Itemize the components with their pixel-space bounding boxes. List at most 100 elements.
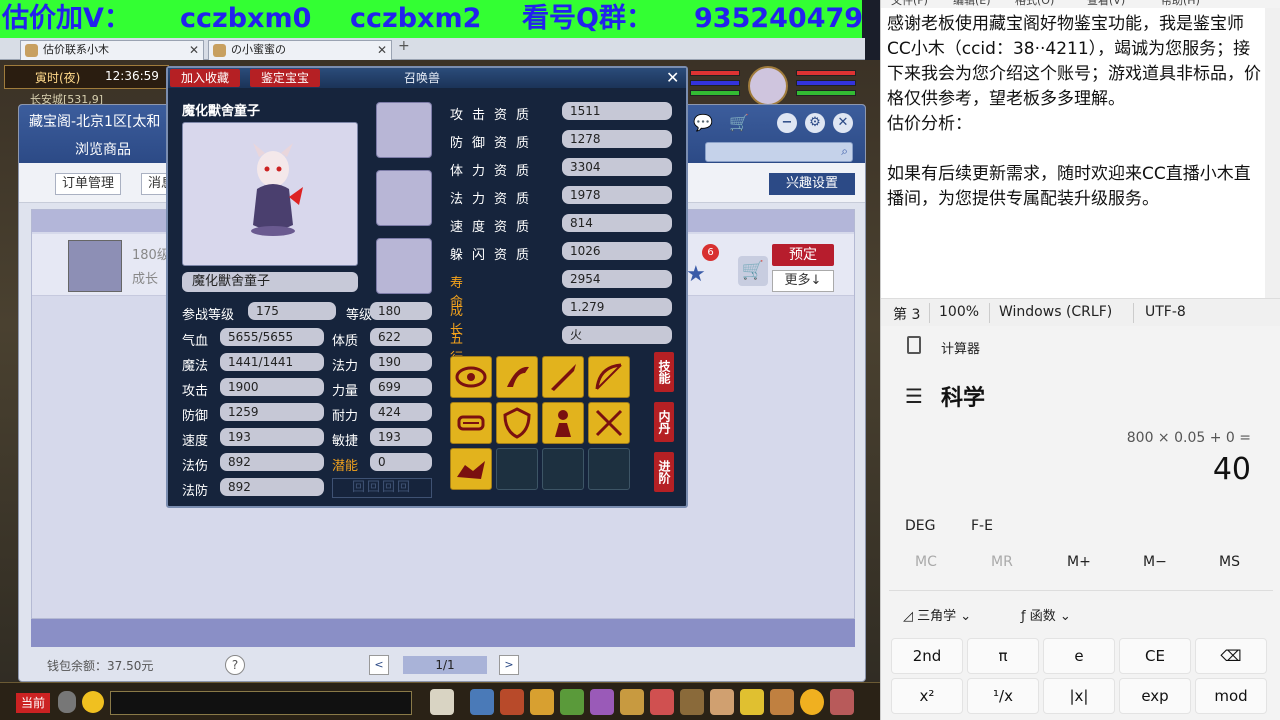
hud-friend-icon[interactable]: [710, 689, 734, 715]
hud-guild-icon[interactable]: [680, 689, 704, 715]
hud-sword-icon[interactable]: [470, 689, 494, 715]
chevron-down-icon: ⌄: [1055, 609, 1071, 624]
hud-mail-icon[interactable]: [770, 689, 794, 715]
square-key[interactable]: x²: [891, 678, 963, 714]
gear-icon[interactable]: ⚙: [805, 113, 825, 133]
vertical-scrollbar[interactable]: [1265, 8, 1280, 298]
star-icon[interactable]: ★: [686, 262, 706, 287]
new-tab-icon[interactable]: +: [398, 38, 410, 54]
notepad-text-area[interactable]: 感谢老板使用藏宝阁好物鉴宝功能，我是鉴宝师CC小木（ccid：38··4211）…: [887, 12, 1261, 212]
pet-portrait: [182, 122, 358, 266]
skill-eye-icon[interactable]: [450, 356, 492, 398]
memory-add-button[interactable]: M+: [1067, 554, 1091, 570]
aptitude-label: 攻击资质: [450, 108, 539, 123]
absolute-key[interactable]: |x|: [1043, 678, 1115, 714]
hud-fire-icon[interactable]: [500, 689, 524, 715]
search-icon[interactable]: ⌕: [841, 144, 848, 159]
trigonometry-dropdown[interactable]: ◿ 三角学 ⌄: [903, 605, 971, 624]
menu-help[interactable]: 帮助(H): [1161, 0, 1200, 8]
hud-bag-icon[interactable]: [530, 689, 554, 715]
interest-settings-button[interactable]: 兴趣设置: [769, 173, 855, 195]
backspace-key[interactable]: ⌫: [1195, 638, 1267, 674]
cart-icon[interactable]: 🛒: [738, 256, 768, 286]
avatar[interactable]: [748, 66, 788, 106]
menu-file[interactable]: 文件(F): [891, 0, 928, 8]
second-key[interactable]: 2nd: [891, 638, 963, 674]
count-badge: 6: [702, 244, 719, 261]
equip-slot-2[interactable]: [376, 170, 432, 226]
advance-tab[interactable]: 进阶: [654, 452, 674, 492]
exp-key[interactable]: exp: [1119, 678, 1191, 714]
hud-smile-icon[interactable]: [800, 689, 824, 715]
fe-toggle[interactable]: F-E: [971, 518, 993, 534]
function-dropdown[interactable]: ƒ 函数 ⌄: [1021, 605, 1071, 624]
menu-format[interactable]: 格式(O): [1015, 0, 1054, 8]
skill-beast-icon[interactable]: [450, 448, 492, 490]
deg-toggle[interactable]: DEG: [905, 518, 935, 534]
clear-entry-key[interactable]: CE: [1119, 638, 1191, 674]
pi-key[interactable]: π: [967, 638, 1039, 674]
skill-bow-icon[interactable]: [588, 356, 630, 398]
memory-store-button[interactable]: MS: [1219, 554, 1240, 570]
reserve-button[interactable]: 预定: [772, 244, 834, 266]
prev-page-button[interactable]: <: [369, 655, 389, 675]
memory-subtract-button[interactable]: M−: [1143, 554, 1167, 570]
memory-recall-button[interactable]: MR: [991, 554, 1013, 570]
pet-name: 魔化獸舍童子: [182, 104, 261, 119]
equip-slot-3[interactable]: [376, 238, 432, 294]
next-page-button[interactable]: >: [499, 655, 519, 675]
skill-claw-icon[interactable]: [496, 356, 538, 398]
emoji-icon[interactable]: [82, 691, 104, 713]
hud-skill-icon[interactable]: [590, 689, 614, 715]
hud-gift-icon[interactable]: [650, 689, 674, 715]
skill-slot-empty: [542, 448, 584, 490]
skill-shield-icon[interactable]: [496, 402, 538, 444]
menu-edit[interactable]: 编辑(E): [953, 0, 991, 8]
aptitude-value: 1511: [562, 102, 672, 120]
browser-tab-2[interactable]: の小蜜蜜の ✕: [208, 40, 392, 60]
line-ending: Windows (CRLF): [999, 304, 1113, 320]
minimize-icon[interactable]: −: [777, 113, 797, 133]
item-thumbnail[interactable]: [68, 240, 122, 292]
browse-tab[interactable]: 浏览商品: [75, 139, 131, 159]
add-favorite-button[interactable]: 加入收藏: [170, 69, 240, 87]
inner-core-tab[interactable]: 内丹: [654, 402, 674, 442]
menu-view[interactable]: 查看(V): [1087, 0, 1125, 8]
chat-input[interactable]: [110, 691, 412, 715]
more-button[interactable]: 更多↓: [772, 270, 834, 292]
mod-key[interactable]: mod: [1195, 678, 1267, 714]
hud-pet-icon[interactable]: [430, 689, 454, 715]
close-icon[interactable]: ✕: [666, 68, 679, 87]
close-icon[interactable]: ✕: [189, 41, 199, 59]
reciprocal-key[interactable]: ¹/x: [967, 678, 1039, 714]
memory-clear-button[interactable]: MC: [915, 554, 937, 570]
calculator-window: 计算器 ☰ 科学 800 × 0.05 + 0 = 40 DEG F-E MC …: [880, 326, 1280, 720]
search-input[interactable]: ⌕: [705, 142, 853, 162]
channel-button[interactable]: 当前: [16, 693, 50, 713]
skill-sword-icon[interactable]: [542, 356, 584, 398]
microphone-icon[interactable]: [58, 691, 76, 713]
hud-shop-icon[interactable]: [740, 689, 764, 715]
skill-cross-icon[interactable]: [588, 402, 630, 444]
hud-team-icon[interactable]: [560, 689, 584, 715]
hud-menu-icon[interactable]: [830, 689, 854, 715]
browser-tab-1[interactable]: 估价联系小木 ✕: [20, 40, 204, 60]
stat-label: 速度: [182, 434, 209, 449]
chat-icon[interactable]: 💬: [693, 113, 713, 132]
skills-tab[interactable]: 技能: [654, 352, 674, 392]
close-icon[interactable]: ✕: [377, 41, 387, 59]
stat-label: 参战等级: [182, 308, 235, 323]
hamburger-menu-icon[interactable]: ☰: [905, 384, 923, 408]
equip-slot-1[interactable]: [376, 102, 432, 158]
appraise-button[interactable]: 鉴定宝宝: [250, 69, 320, 87]
e-key[interactable]: e: [1043, 638, 1115, 674]
hud-quest-icon[interactable]: [620, 689, 644, 715]
cart-icon[interactable]: 🛒: [729, 113, 749, 132]
help-icon[interactable]: ?: [225, 655, 245, 675]
close-icon[interactable]: ✕: [833, 113, 853, 133]
func-label: 函数: [1029, 609, 1056, 624]
skill-figure-icon[interactable]: [542, 402, 584, 444]
order-mgmt-button[interactable]: 订单管理: [55, 173, 122, 195]
stat-label: 耐力: [332, 409, 359, 424]
skill-mouth-icon[interactable]: [450, 402, 492, 444]
